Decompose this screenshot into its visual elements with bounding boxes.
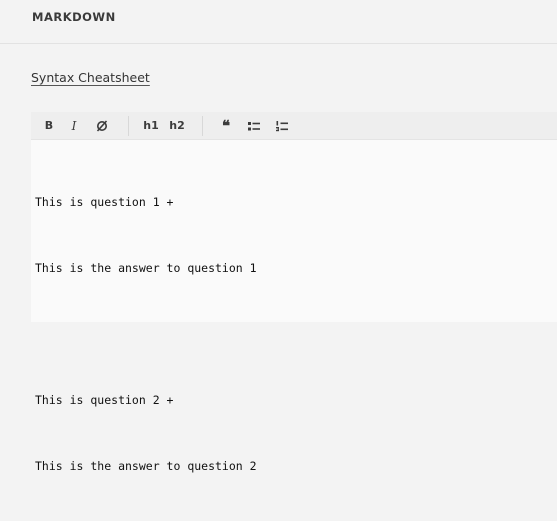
heading-1-button[interactable]: h1 [143,118,159,134]
section-title: MARKDOWN [32,10,116,24]
toolbar-divider [128,116,129,136]
syntax-cheatsheet-link[interactable]: Syntax Cheatsheet [31,70,150,85]
strikethrough-icon [96,120,108,132]
editor-line: This is question 2 + [35,393,174,407]
quote-button[interactable]: ❝ [219,118,233,134]
editor-line: This is the answer to question 2 [35,459,257,473]
editor-textarea[interactable]: This is question 1 + This is the answer … [35,140,553,473]
ordered-list-button[interactable] [275,118,289,134]
toolbar-divider [202,116,203,136]
strikethrough-button[interactable] [95,118,109,134]
ordered-list-icon [276,121,288,132]
bold-button[interactable]: B [43,118,55,134]
heading-2-button[interactable]: h2 [169,118,185,134]
italic-button[interactable]: I [68,118,80,134]
editor-line: This is the answer to question 1 [35,261,257,275]
editor-line: This is question 1 + [35,195,174,209]
section-header: MARKDOWN [0,0,557,44]
editor-toolbar: B I h1 h2 ❝ [31,112,557,140]
markdown-editor: B I h1 h2 ❝ This is question 1 + This is… [31,112,557,473]
unordered-list-icon [248,122,260,131]
unordered-list-button[interactable] [247,118,261,134]
